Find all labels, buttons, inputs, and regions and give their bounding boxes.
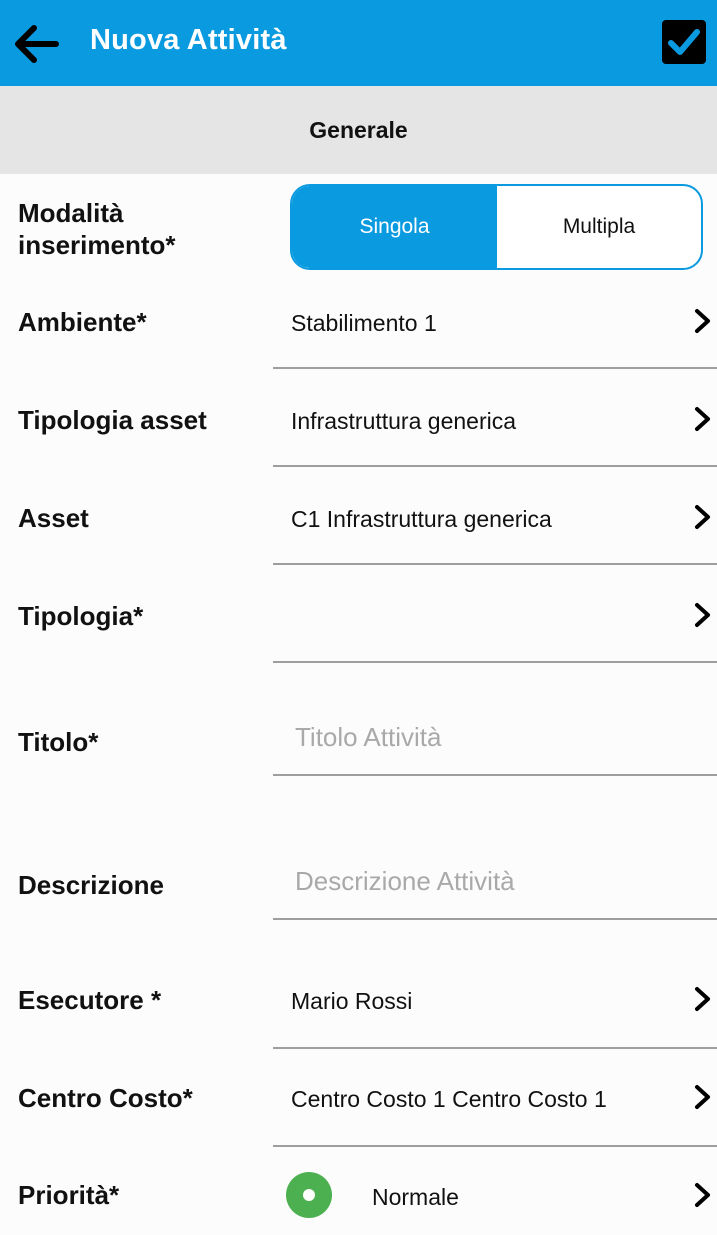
- section-header: Generale: [0, 86, 717, 174]
- tipologia-row[interactable]: Tipologia*: [0, 584, 717, 664]
- descrizione-label: Descrizione: [18, 870, 164, 900]
- divider: [273, 1145, 717, 1147]
- descrizione-input[interactable]: Descrizione Attività: [295, 866, 515, 897]
- chevron-right-icon: [695, 1183, 710, 1207]
- tipologia-asset-label: Tipologia asset: [18, 405, 207, 435]
- arrow-left-icon: [15, 25, 59, 63]
- divider: [273, 774, 717, 776]
- chevron-right-icon: [695, 309, 710, 333]
- ambiente-row[interactable]: Ambiente* Stabilimento 1: [0, 290, 717, 370]
- tipologia-asset-value: Infrastruttura generica: [291, 408, 517, 434]
- checkbox-checked-icon: [662, 20, 706, 64]
- chevron-right-icon: [695, 1085, 710, 1109]
- priorita-row[interactable]: Priorità* Normale: [0, 1164, 717, 1235]
- divider: [273, 661, 717, 663]
- centro-costo-value: Centro Costo 1 Centro Costo 1: [291, 1086, 607, 1112]
- esecutore-label: Esecutore *: [18, 985, 162, 1015]
- chevron-right-icon: [695, 603, 710, 627]
- priorita-value: Normale: [372, 1184, 459, 1210]
- back-button[interactable]: [8, 16, 64, 72]
- titolo-input[interactable]: Titolo Attività: [295, 722, 441, 753]
- titolo-label: Titolo*: [18, 727, 99, 757]
- divider: [273, 367, 717, 369]
- ambiente-label: Ambiente*: [18, 307, 147, 337]
- esecutore-value: Mario Rossi: [291, 988, 413, 1014]
- divider: [273, 1047, 717, 1049]
- tipologia-asset-row[interactable]: Tipologia asset Infrastruttura generica: [0, 388, 717, 468]
- asset-value: C1 Infrastruttura generica: [291, 506, 552, 532]
- titolo-row: Titolo* Titolo Attività: [0, 700, 717, 780]
- asset-label: Asset: [18, 503, 89, 533]
- confirm-button[interactable]: [660, 18, 708, 66]
- segment-multipla[interactable]: Multipla: [497, 186, 701, 268]
- centro-costo-row[interactable]: Centro Costo* Centro Costo 1 Centro Cost…: [0, 1067, 717, 1147]
- app-bar: Nuova Attività: [0, 0, 717, 86]
- divider: [273, 563, 717, 565]
- tipologia-label: Tipologia*: [18, 601, 144, 631]
- section-title: Generale: [309, 117, 408, 143]
- divider: [273, 465, 717, 467]
- ambiente-value: Stabilimento 1: [291, 310, 437, 336]
- chevron-right-icon: [695, 407, 710, 431]
- chevron-right-icon: [695, 987, 710, 1011]
- modalita-label: Modalità inserimento*: [18, 198, 176, 260]
- esecutore-row[interactable]: Esecutore * Mario Rossi: [0, 968, 717, 1049]
- priority-indicator-icon: [286, 1172, 332, 1218]
- descrizione-row: Descrizione Descrizione Attività: [0, 844, 717, 924]
- chevron-right-icon: [695, 505, 710, 529]
- divider: [273, 918, 717, 920]
- modalita-segmented-control: Singola Multipla: [290, 184, 703, 270]
- segment-singola[interactable]: Singola: [292, 186, 497, 268]
- page-title: Nuova Attività: [90, 24, 287, 56]
- priorita-label: Priorità*: [18, 1180, 120, 1210]
- centro-costo-label: Centro Costo*: [18, 1083, 193, 1113]
- asset-row[interactable]: Asset C1 Infrastruttura generica: [0, 486, 717, 566]
